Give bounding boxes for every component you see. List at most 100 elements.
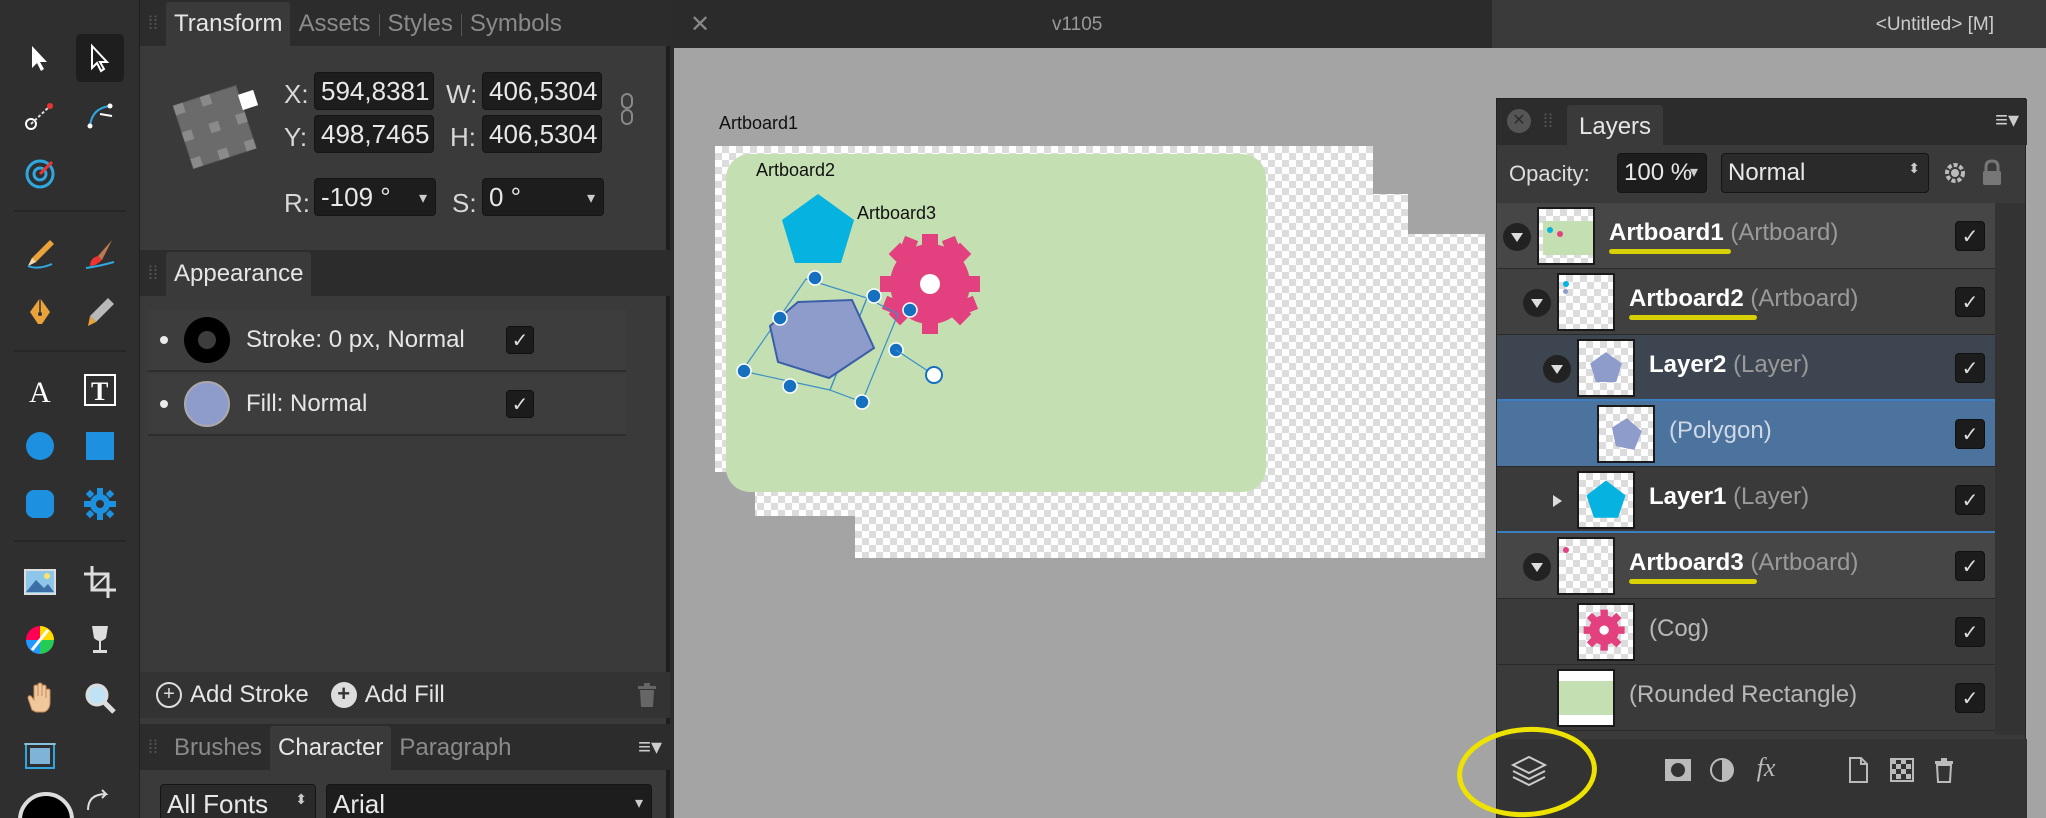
color-picker-tool-icon[interactable] <box>16 616 64 664</box>
opacity-field[interactable]: 100 % ▾ <box>1617 153 1707 193</box>
blend-mode-select[interactable]: Normal ⬍ <box>1721 153 1929 193</box>
layer-row-artboard2[interactable]: Artboard2 (Artboard) ✓ <box>1497 269 1995 335</box>
document-tab[interactable]: ✕ v1105 <box>674 0 1492 48</box>
layer-visibility-checkbox[interactable]: ✓ <box>1955 683 1985 713</box>
fill-visibility-checkbox[interactable]: ✓ <box>506 390 534 418</box>
layer-visibility-checkbox[interactable]: ✓ <box>1955 551 1985 581</box>
stroke-visibility-checkbox[interactable]: ✓ <box>506 326 534 354</box>
pencil-tool-icon[interactable] <box>16 230 64 278</box>
panel-menu-icon[interactable]: ≡▾ <box>638 734 662 760</box>
swap-arrow-icon[interactable] <box>76 780 124 818</box>
ellipse-tool-icon[interactable] <box>16 422 64 470</box>
panel-grip-icon[interactable]: ⁞⁞ <box>140 0 166 46</box>
panel-grip-icon[interactable]: ⁞⁞ <box>1543 111 1553 132</box>
point-transform-tool-icon[interactable] <box>16 150 64 198</box>
layer-visibility-checkbox[interactable]: ✓ <box>1955 617 1985 647</box>
add-fill-button[interactable]: Add Fill <box>365 681 445 709</box>
y-field[interactable]: 498,7465 <box>314 115 434 153</box>
tab-layers[interactable]: Layers <box>1567 105 1664 145</box>
tab-styles[interactable]: Styles <box>380 10 461 46</box>
pen-tool-icon[interactable] <box>16 288 64 336</box>
pentagon-shape[interactable] <box>782 194 854 263</box>
collapse-triangle-icon[interactable] <box>1503 223 1531 251</box>
fill-swatch[interactable] <box>184 381 230 427</box>
fill-tool-icon[interactable] <box>76 288 124 336</box>
layer-visibility-checkbox[interactable]: ✓ <box>1955 419 1985 449</box>
rotation-handle[interactable] <box>925 366 943 384</box>
layer-visibility-checkbox[interactable]: ✓ <box>1955 485 1985 515</box>
fill-row[interactable]: Fill: Normal ✓ <box>148 374 626 436</box>
close-tab-icon[interactable]: ✕ <box>690 10 710 39</box>
layer-visibility-checkbox[interactable]: ✓ <box>1955 287 1985 317</box>
cog-tool-icon[interactable] <box>76 480 124 528</box>
fx-icon[interactable]: fx <box>1751 753 1781 783</box>
color-well[interactable] <box>18 792 74 818</box>
mask-icon[interactable] <box>1663 755 1693 785</box>
anchor-point-icon[interactable] <box>160 70 270 180</box>
pixel-layer-icon[interactable] <box>1887 755 1917 785</box>
font-collection-select[interactable]: All Fonts ⬍ <box>160 784 316 818</box>
pen-node-tool-icon[interactable] <box>76 92 124 140</box>
adjustment-icon[interactable] <box>1707 755 1737 785</box>
crop-tool-icon[interactable] <box>76 558 124 606</box>
link-icon[interactable] <box>620 92 634 126</box>
lock-icon[interactable] <box>1981 159 2003 187</box>
tab-assets[interactable]: Assets <box>290 10 378 46</box>
layer-row-rounded-rectangle[interactable]: (Rounded Rectangle) ✓ <box>1497 665 1995 731</box>
artboard-tool-icon[interactable] <box>16 732 64 780</box>
move-tool-icon[interactable] <box>16 34 64 82</box>
x-field[interactable]: 594,8381 <box>314 72 434 110</box>
panel-menu-icon[interactable]: ≡▾ <box>1995 107 2019 133</box>
tab-transform[interactable]: Transform <box>166 2 291 46</box>
new-document-icon[interactable] <box>1843 755 1873 785</box>
cog-shape[interactable] <box>880 234 980 334</box>
collapse-triangle-icon[interactable] <box>1543 355 1571 383</box>
add-fill-icon[interactable]: + <box>330 682 357 708</box>
layer-visibility-checkbox[interactable]: ✓ <box>1955 221 1985 251</box>
shear-field[interactable]: 0 ° ▾ <box>482 178 604 216</box>
expand-triangle-icon[interactable] <box>1543 487 1571 515</box>
panel-grip-icon[interactable]: ⁞⁞ <box>140 250 166 296</box>
layer-row-layer2[interactable]: Layer2 (Layer) ✓ <box>1497 335 1995 401</box>
frame-text-tool-icon[interactable]: T <box>76 366 124 414</box>
tab-brushes[interactable]: Brushes <box>166 734 270 770</box>
rounded-rectangle-tool-icon[interactable] <box>16 480 64 528</box>
w-field[interactable]: 406,5304 <box>482 72 602 110</box>
place-image-tool-icon[interactable] <box>16 558 64 606</box>
vector-brush-tool-icon[interactable] <box>76 230 124 278</box>
transparency-tool-icon[interactable] <box>76 616 124 664</box>
rectangle-tool-icon[interactable] <box>76 422 124 470</box>
stroke-row[interactable]: Stroke: 0 px, Normal ✓ <box>148 310 626 372</box>
layer-visibility-checkbox[interactable]: ✓ <box>1955 353 1985 383</box>
tab-symbols[interactable]: Symbols <box>462 10 570 46</box>
panel-grip-icon[interactable]: ⁞⁞ <box>140 724 166 770</box>
zoom-tool-icon[interactable] <box>76 674 124 722</box>
tab-character[interactable]: Character <box>270 726 392 770</box>
font-family-select[interactable]: Arial ▾ <box>326 784 652 818</box>
layer-row-cog[interactable]: (Cog) ✓ <box>1497 599 1995 665</box>
tab-paragraph[interactable]: Paragraph <box>391 734 519 770</box>
layers-scrollbar[interactable] <box>1995 203 2025 735</box>
rotation-field[interactable]: -109 ° ▾ <box>314 178 436 216</box>
h-field[interactable]: 406,5304 <box>482 115 602 153</box>
add-stroke-icon[interactable]: + <box>156 682 182 708</box>
trash-icon[interactable] <box>636 682 658 708</box>
layer-row-artboard3[interactable]: Artboard3 (Artboard) ✓ <box>1497 533 1995 599</box>
close-panel-icon[interactable]: ✕ <box>1507 109 1531 133</box>
tab-appearance[interactable]: Appearance <box>166 252 312 296</box>
collapse-triangle-icon[interactable] <box>1523 289 1551 317</box>
trash-icon[interactable] <box>1929 755 1959 785</box>
hand-tool-icon[interactable] <box>16 674 64 722</box>
stroke-swatch[interactable] <box>184 317 230 363</box>
corner-tool-icon[interactable] <box>16 92 64 140</box>
layer-row-layer1[interactable]: Layer1 (Layer) ✓ <box>1497 467 1995 533</box>
layer-row-polygon[interactable]: (Polygon) ✓ <box>1497 401 1995 467</box>
node-tool-icon[interactable] <box>76 34 124 82</box>
polygon-shape[interactable] <box>768 298 876 380</box>
artistic-text-tool-icon[interactable]: A <box>16 366 64 414</box>
layer-row-artboard1[interactable]: Artboard1 (Artboard) ✓ <box>1497 203 1995 269</box>
layers-stack-icon[interactable] <box>1509 751 1549 791</box>
gear-icon[interactable] <box>1941 159 1969 187</box>
collapse-triangle-icon[interactable] <box>1523 553 1551 581</box>
add-stroke-button[interactable]: Add Stroke <box>190 681 309 709</box>
